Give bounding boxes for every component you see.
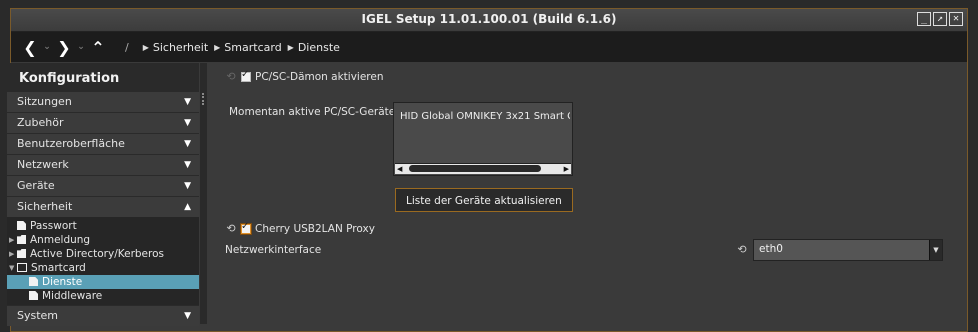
tree-item-dienste[interactable]: Dienste [7,275,199,289]
expand-arrow-icon[interactable]: ▶ [9,247,14,261]
sidebar-category-label: Sitzungen [17,95,72,108]
sidebar-category-label: System [17,309,59,322]
window-title: IGEL Setup 11.01.100.01 (Build 6.1.6) [361,12,617,26]
window-controls: _ ↗ ✕ [917,12,963,26]
pcsc-daemon-label: PC/SC-Dämon aktivieren [255,71,384,83]
sidebar-category-netzwerk[interactable]: Netzwerk ▼ [7,154,199,175]
sidebar-tree: Passwort ▶ Anmeldung ▶ Active Directory/… [7,217,199,305]
sidebar-splitter[interactable] [200,63,207,324]
breadcrumb: / ▶ Sicherheit ▶ Smartcard ▶ Dienste [125,41,340,54]
expand-icon: ▼ [184,97,191,107]
breadcrumb-dienste[interactable]: Dienste [298,41,340,54]
scroll-left-icon[interactable]: ◀ [397,164,402,174]
expand-icon: ▼ [184,160,191,170]
cherry-row: ⟲ Cherry USB2LAN Proxy [225,221,375,235]
sidebar-category-sitzungen[interactable]: Sitzungen ▼ [7,91,199,112]
tree-item-label: Smartcard [31,262,86,274]
breadcrumb-smartcard[interactable]: Smartcard [224,41,281,54]
cherry-proxy-label: Cherry USB2LAN Proxy [255,223,375,235]
maximize-button[interactable]: ↗ [933,12,947,26]
breadcrumb-arrow-icon: ▶ [214,42,221,52]
chevron-down-icon[interactable]: ▼ [929,240,942,260]
scroll-right-icon[interactable]: ▶ [564,164,569,174]
reset-icon[interactable]: ⟲ [736,244,748,256]
scrollbar-thumb[interactable] [409,165,541,172]
tree-item-middleware[interactable]: Middleware [7,289,199,303]
breadcrumb-root-separator: / [125,40,129,54]
reset-icon[interactable]: ⟲ [225,71,237,83]
sidebar-category-geraete[interactable]: Geräte ▼ [7,175,199,196]
tree-item-label: Passwort [30,220,77,232]
netif-row: Netzwerkinterface [225,244,321,256]
sidebar-category-label: Zubehör [17,116,64,129]
sidebar-category-benutzeroberflaeche[interactable]: Benutzeroberfläche ▼ [7,133,199,154]
sidebar: Konfiguration Sitzungen ▼ Zubehör ▼ Benu… [7,63,199,326]
pcsc-row: ⟲ PC/SC-Dämon aktivieren [225,69,384,83]
sidebar-header: Konfiguration [7,63,199,91]
expand-icon: ▼ [184,311,191,321]
tree-item-anmeldung[interactable]: ▶ Anmeldung [7,233,199,247]
folder-open-icon [17,263,27,272]
folder-icon [17,235,26,244]
expand-icon: ▼ [184,118,191,128]
breadcrumb-arrow-icon: ▶ [287,42,294,52]
active-devices-label: Momentan aktive PC/SC-Geräte: [229,106,399,118]
netif-label: Netzwerkinterface [225,244,322,256]
forward-history-chevron-icon[interactable]: ⌄ [75,42,87,52]
breadcrumb-arrow-icon: ▶ [142,42,149,52]
sidebar-category-sicherheit[interactable]: Sicherheit ▲ [7,196,199,217]
netif-select-value: eth0 [759,243,783,255]
sidebar-category-label: Sicherheit [17,200,73,213]
netif-select[interactable]: eth0 ▼ [753,239,943,261]
up-button[interactable]: ⌃ [87,38,109,57]
cherry-proxy-checkbox[interactable] [241,221,251,234]
back-button[interactable]: ❮ [19,38,41,57]
title-bar: IGEL Setup 11.01.100.01 (Build 6.1.6) _ … [11,9,967,32]
tree-item-label: Dienste [42,276,83,288]
sidebar-category-zubehoer[interactable]: Zubehör ▼ [7,112,199,133]
minimize-button[interactable]: _ [917,12,931,26]
tree-item-label: Active Directory/Kerberos [30,248,164,260]
expand-arrow-icon[interactable]: ▶ [9,233,14,247]
pcsc-daemon-checkbox[interactable] [241,69,251,82]
tree-item-label: Middleware [42,290,103,302]
expand-icon: ▼ [184,181,191,191]
tree-item-active-directory[interactable]: ▶ Active Directory/Kerberos [7,247,199,261]
back-history-chevron-icon[interactable]: ⌄ [41,42,53,52]
tree-item-label: Anmeldung [30,234,91,246]
breadcrumb-sicherheit[interactable]: Sicherheit [153,41,208,54]
file-icon [17,221,26,230]
expand-icon: ▼ [184,139,191,149]
active-devices-list[interactable]: HID Global OMNIKEY 3x21 Smart C ◀ ▶ [393,102,573,176]
file-icon [29,277,38,286]
forward-button[interactable]: ❯ [53,38,75,57]
list-item[interactable]: HID Global OMNIKEY 3x21 Smart C [400,111,570,122]
tree-item-passwort[interactable]: Passwort [7,219,199,233]
horizontal-scrollbar[interactable]: ◀ ▶ [395,163,571,174]
sidebar-category-system[interactable]: System ▼ [7,305,199,326]
sidebar-category-label: Benutzeroberfläche [17,137,125,150]
refresh-devices-button[interactable]: Liste der Geräte aktualisieren [395,188,573,212]
navigation-bar: ❮ ⌄ ❯ ⌄ ⌃ / ▶ Sicherheit ▶ Smartcard ▶ D… [11,32,967,62]
collapse-arrow-icon[interactable]: ▼ [9,261,14,275]
sidebar-category-label: Geräte [17,179,55,192]
splitter-grip-icon [202,93,207,105]
collapse-icon: ▲ [184,202,191,212]
file-icon [29,291,38,300]
settings-panel: ⟲ PC/SC-Dämon aktivieren Momentan aktive… [208,63,949,324]
tree-item-smartcard[interactable]: ▼ Smartcard [7,261,199,275]
folder-icon [17,249,26,258]
reset-icon[interactable]: ⟲ [225,223,237,235]
close-button[interactable]: ✕ [949,12,963,26]
active-devices-row: Momentan aktive PC/SC-Geräte: [229,106,399,118]
sidebar-category-label: Netzwerk [17,158,69,171]
